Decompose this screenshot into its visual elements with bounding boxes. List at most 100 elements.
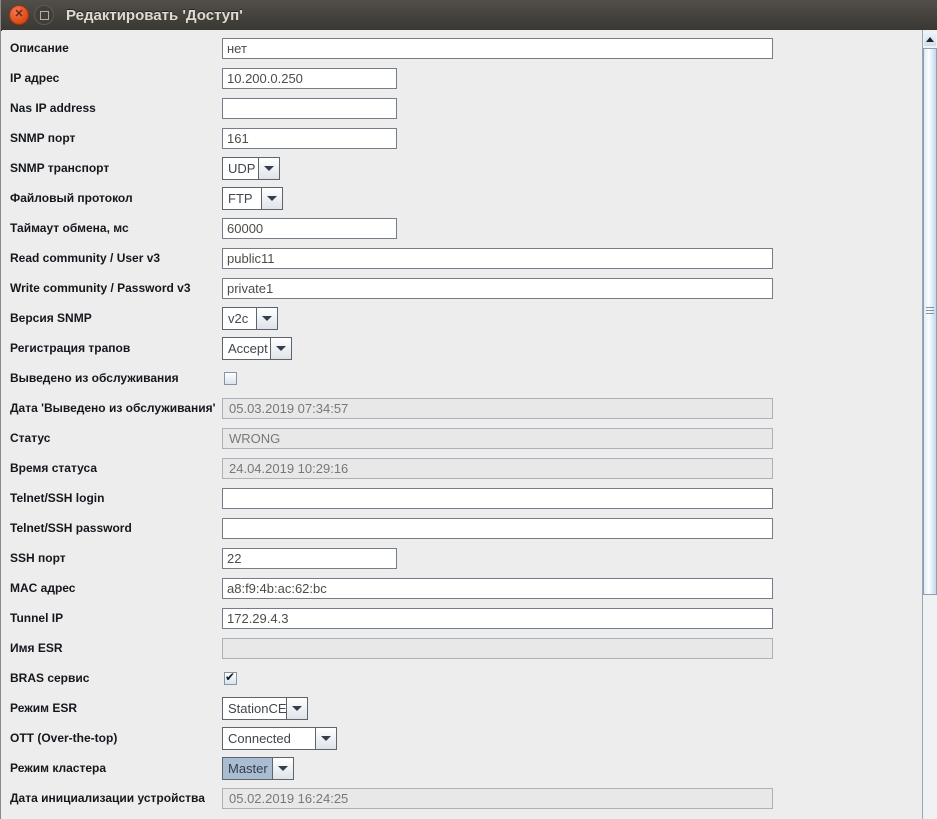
checkbox[interactable] bbox=[224, 372, 237, 385]
text-input[interactable] bbox=[222, 488, 773, 509]
form-row: Read community / User v3 bbox=[2, 243, 922, 273]
restore-icon bbox=[40, 11, 49, 20]
chevron-down-icon bbox=[264, 166, 274, 171]
field-label: Write community / Password v3 bbox=[10, 281, 222, 295]
dropdown-arrow-button[interactable] bbox=[258, 158, 279, 179]
dropdown-arrow-button[interactable] bbox=[270, 338, 291, 359]
text-input[interactable] bbox=[222, 128, 397, 149]
field-label: Описание bbox=[10, 41, 222, 55]
chevron-down-icon bbox=[292, 706, 302, 711]
checkbox[interactable]: ✔ bbox=[224, 672, 237, 685]
chevron-down-icon bbox=[278, 766, 288, 771]
readonly-field bbox=[222, 788, 773, 809]
form-row: Выведено из обслуживания bbox=[2, 363, 922, 393]
field-label: Таймаут обмена, мс bbox=[10, 221, 222, 235]
form-row: BRAS сервис✔ bbox=[2, 663, 922, 693]
form-row: Nas IP address bbox=[2, 93, 922, 123]
scroll-up-icon bbox=[926, 37, 934, 42]
close-button[interactable]: ✕ bbox=[9, 5, 29, 25]
window-titlebar[interactable]: ✕ Редактировать 'Доступ' bbox=[1, 0, 937, 31]
field-label: Nas IP address bbox=[10, 101, 222, 115]
text-input[interactable] bbox=[222, 98, 397, 119]
form-row: Tunnel IP bbox=[2, 603, 922, 633]
field-label: Telnet/SSH login bbox=[10, 491, 222, 505]
form-row: Версия SNMPv2c bbox=[2, 303, 922, 333]
readonly-field bbox=[222, 458, 773, 479]
check-icon: ✔ bbox=[225, 670, 235, 684]
form-row: Write community / Password v3 bbox=[2, 273, 922, 303]
form-row: SNMP транспортUDP bbox=[2, 153, 922, 183]
dropdown[interactable]: v2c bbox=[222, 307, 278, 330]
form-row: SSH порт bbox=[2, 543, 922, 573]
dropdown[interactable]: Accept bbox=[222, 337, 292, 360]
restore-button[interactable] bbox=[34, 5, 54, 25]
dropdown-value: UDP bbox=[223, 158, 258, 179]
text-input[interactable] bbox=[222, 578, 773, 599]
form-row: Telnet/SSH password bbox=[2, 513, 922, 543]
form: ОписаниеIP адресNas IP addressSNMP портS… bbox=[2, 30, 922, 819]
dropdown-arrow-button[interactable] bbox=[256, 308, 277, 329]
text-input[interactable] bbox=[222, 38, 773, 59]
dropdown[interactable]: Connected bbox=[222, 727, 337, 750]
field-label: Файловый протокол bbox=[10, 191, 222, 205]
form-row: Дата инициализации устройства bbox=[2, 783, 922, 813]
vertical-scrollbar[interactable] bbox=[922, 30, 937, 819]
dropdown[interactable]: FTP bbox=[222, 187, 283, 210]
dropdown-arrow-button[interactable] bbox=[315, 728, 336, 749]
dropdown[interactable]: UDP bbox=[222, 157, 280, 180]
dropdown-value: Master bbox=[223, 758, 272, 779]
dropdown-arrow-button[interactable] bbox=[261, 188, 282, 209]
field-label: SSH порт bbox=[10, 551, 222, 565]
dropdown-value: v2c bbox=[223, 308, 256, 329]
chevron-down-icon bbox=[267, 196, 277, 201]
field-label: IP адрес bbox=[10, 71, 222, 85]
form-row: MAC адрес bbox=[2, 573, 922, 603]
edit-access-dialog: ✕ Редактировать 'Доступ' Описание IP адре… bbox=[0, 0, 937, 819]
form-row: Статус bbox=[2, 423, 922, 453]
field-label: SNMP транспорт bbox=[10, 161, 222, 175]
field-label: Режим кластера bbox=[10, 761, 222, 775]
field-label: Регистрация трапов bbox=[10, 341, 222, 355]
field-label: Версия SNMP bbox=[10, 311, 222, 325]
form-row: OTT (Over-the-top)Connected bbox=[2, 723, 922, 753]
dropdown-value: FTP bbox=[223, 188, 261, 209]
form-row: Дата 'Выведено из обслуживания' bbox=[2, 393, 922, 423]
form-row: IP адрес bbox=[2, 63, 922, 93]
field-label: Имя ESR bbox=[10, 641, 222, 655]
field-label: Время статуса bbox=[10, 461, 222, 475]
text-input[interactable] bbox=[222, 548, 397, 569]
form-row: Режим кластераMaster bbox=[2, 753, 922, 783]
dropdown[interactable]: Master bbox=[222, 757, 294, 780]
text-input[interactable] bbox=[222, 218, 397, 239]
form-row: Режим ESRStationCE bbox=[2, 693, 922, 723]
field-label: Режим ESR bbox=[10, 701, 222, 715]
text-input[interactable] bbox=[222, 278, 773, 299]
chevron-down-icon bbox=[276, 346, 286, 351]
dropdown-value: Connected bbox=[223, 728, 315, 749]
field-label: Выведено из обслуживания bbox=[10, 371, 222, 385]
chevron-down-icon bbox=[262, 316, 272, 321]
form-row: Время статуса bbox=[2, 453, 922, 483]
field-label: MAC адрес bbox=[10, 581, 222, 595]
text-input[interactable] bbox=[222, 518, 773, 539]
form-row: Telnet/SSH login bbox=[2, 483, 922, 513]
scroll-up-button[interactable] bbox=[924, 32, 936, 46]
readonly-field bbox=[222, 428, 773, 449]
form-row: Файловый протоколFTP bbox=[2, 183, 922, 213]
text-input[interactable] bbox=[222, 68, 397, 89]
readonly-field bbox=[222, 638, 773, 659]
form-row: Имя ESR bbox=[2, 633, 922, 663]
form-row: Таймаут обмена, мс bbox=[2, 213, 922, 243]
scrollbar-thumb[interactable] bbox=[923, 48, 937, 595]
dropdown-value: StationCE bbox=[223, 698, 286, 719]
field-label: BRAS сервис bbox=[10, 671, 222, 685]
window-title: Редактировать 'Доступ' bbox=[66, 7, 243, 24]
dropdown-arrow-button[interactable] bbox=[286, 698, 307, 719]
text-input[interactable] bbox=[222, 608, 773, 629]
dropdown-arrow-button[interactable] bbox=[272, 758, 293, 779]
close-icon: ✕ bbox=[14, 9, 23, 20]
dropdown[interactable]: StationCE bbox=[222, 697, 308, 720]
dropdown-value: Accept bbox=[223, 338, 270, 359]
field-label: Read community / User v3 bbox=[10, 251, 222, 265]
text-input[interactable] bbox=[222, 248, 773, 269]
